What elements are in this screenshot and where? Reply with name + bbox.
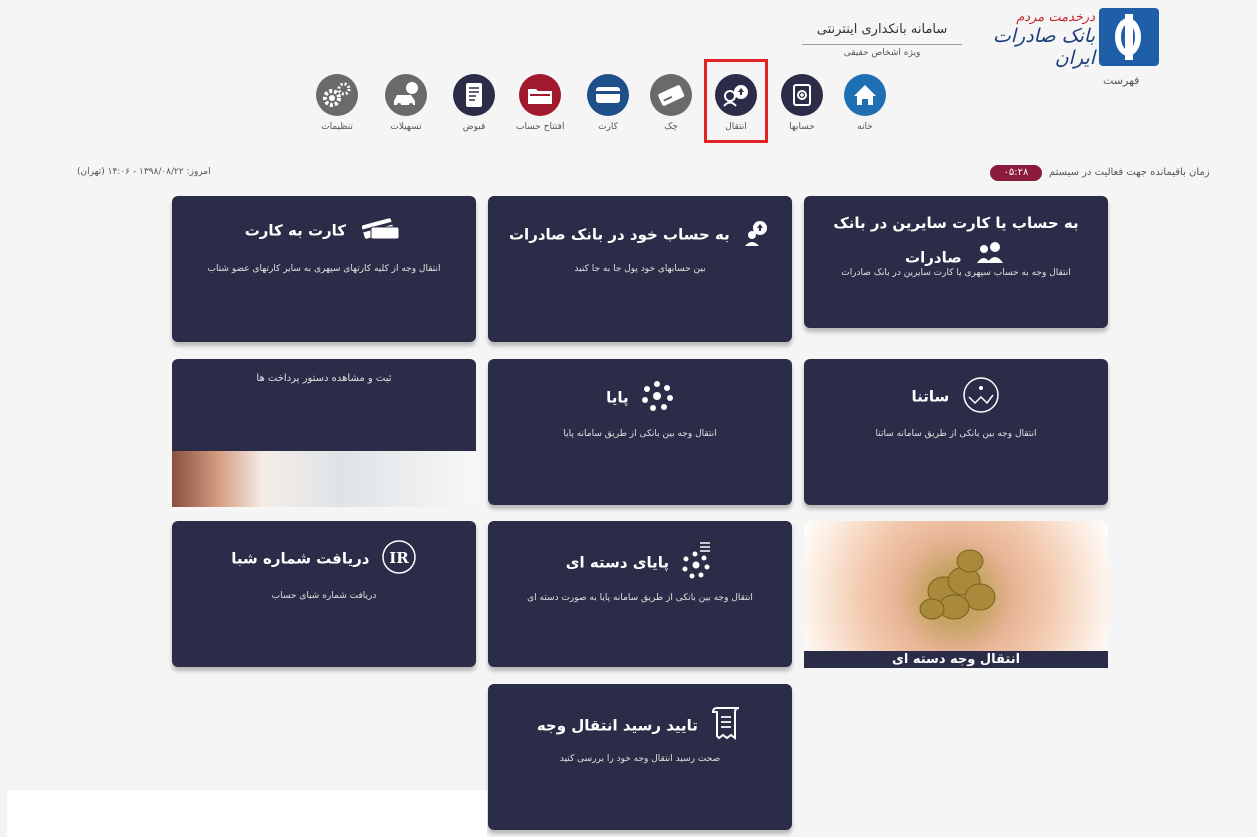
brand-name: بانک صادرات ایران [992, 25, 1095, 69]
tile-sheba[interactable]: دریافت شماره شبا IR دریافت شماره شبای حس… [172, 521, 476, 667]
tile-title-row: به حساب یا کارت سایرین در بانک صادرات [814, 206, 1098, 276]
nav-home[interactable]: خانه [841, 74, 889, 132]
tile-title: دریافت شماره شبا [231, 549, 370, 568]
tile-desc: صحت رسید انتقال وجه خود را بررسی کنید [559, 754, 721, 764]
tile-desc: دریافت شماره شبای حساب [271, 591, 377, 601]
tile-paya[interactable]: پایا انتقال وجه بین بانکی از طریق سامانه… [488, 359, 792, 505]
nav-card[interactable]: کارت [584, 74, 632, 132]
batch-transfer-caption[interactable]: انتقال وجه دسته ای [804, 651, 1108, 668]
folder-icon [519, 74, 561, 116]
nav-label: خانه [857, 122, 873, 132]
nav-label: تسهیلات [390, 122, 422, 132]
page: درخدمت مردم بانک صادرات ایران سامانه بان… [7, 0, 1250, 837]
tile-title-row: پایا [488, 379, 792, 417]
nav-check[interactable]: چک [647, 74, 695, 132]
tile-title: پایا [606, 388, 629, 407]
logo-bar [1125, 14, 1133, 60]
satna-icon [961, 375, 1001, 419]
coins-icon [919, 549, 996, 620]
nav-bills[interactable]: قبوض [450, 74, 498, 132]
tile-others-account[interactable]: به حساب یا کارت سایرین در بانک صادرات ان… [804, 196, 1108, 328]
cards-icon [357, 218, 403, 244]
tile-desc: انتقال وجه به حساب سپهری یا کارت سایرین … [841, 268, 1071, 278]
nav-label: افتتاح حساب [516, 122, 565, 132]
paya-batch-icon [680, 541, 714, 585]
nav-label: چک [664, 122, 678, 132]
home-icon [844, 74, 886, 116]
tile-title: تایید رسید انتقال وجه [536, 716, 698, 735]
nav-selection-highlight [704, 59, 768, 143]
card-icon [587, 74, 629, 116]
brand-tagline: درخدمت مردم [1016, 10, 1095, 25]
tile-title: پایای دسته ای [565, 553, 670, 572]
tile-title-row: پایای دسته ای [488, 541, 792, 585]
batch-transfer-photo[interactable] [804, 521, 1108, 651]
menu-button[interactable]: فهرست [1103, 74, 1139, 87]
nav-label: حسابها [789, 122, 815, 132]
nav-label: کارت [598, 122, 618, 132]
tile-desc: انتقال وجه بین بانکی از طریق سامانه پایا… [527, 593, 753, 603]
bottom-fade [7, 790, 487, 837]
tile-title-row: دریافت شماره شبا IR [172, 539, 476, 579]
tile-title: کارت به کارت [244, 221, 347, 240]
nav-loans[interactable]: تسهیلات [382, 74, 430, 132]
user-transfer-icon [741, 218, 771, 252]
tile-own-account[interactable]: به حساب خود در بانک صادرات بین حسابهای خ… [488, 196, 792, 342]
tile-desc: بین حسابهای خود پول جا به جا کنید [574, 264, 706, 274]
payment-order-photo [172, 451, 476, 507]
paya-icon [640, 379, 674, 417]
session-timer: ۰۵:۲۸ [990, 165, 1042, 181]
tile-title-row: ساتنا [804, 375, 1108, 419]
nav-open-account[interactable]: افتتاح حساب [516, 74, 564, 132]
today-date: امروز: ۱۳۹۸/۰۸/۲۲ - ۱۴:۰۶ (تهران) [77, 167, 211, 177]
nav-accounts[interactable]: حسابها [778, 74, 826, 132]
loan-icon [385, 74, 427, 116]
tile-title: ثبت و مشاهده دستور پرداخت ها [256, 373, 392, 384]
nav-label: تنظیمات [321, 122, 353, 132]
ir-sheba-icon: IR [381, 539, 417, 579]
tile-title: ساتنا [911, 387, 950, 406]
accounts-icon [781, 74, 823, 116]
nav-settings[interactable]: تنظیمات [313, 74, 361, 132]
gear-icon [316, 74, 358, 116]
tile-title-row: تایید رسید انتقال وجه [488, 706, 792, 746]
tile-title: به حساب خود در بانک صادرات [508, 225, 730, 244]
svg-text:IR: IR [389, 549, 409, 567]
nav-label: قبوض [462, 122, 486, 132]
tile-title: به حساب یا کارت سایرین در بانک صادرات [833, 214, 1079, 267]
brand-block: درخدمت مردم بانک صادرات ایران [967, 10, 1095, 69]
tile-receipt[interactable]: تایید رسید انتقال وجه صحت رسید انتقال وج… [488, 684, 792, 830]
system-subtitle: ویژه اشخاص حقیقی [843, 48, 921, 58]
tile-payment-order[interactable]: ثبت و مشاهده دستور پرداخت ها [172, 359, 476, 451]
title-divider [802, 44, 962, 45]
tile-title-row: به حساب خود در بانک صادرات [488, 218, 792, 252]
check-icon [650, 74, 692, 116]
tile-desc: انتقال وجه از کلیه کارتهای سپهری به سایر… [207, 264, 441, 274]
session-timer-label: زمان باقیمانده جهت فعالیت در سیستم [1049, 167, 1210, 178]
tile-paya-batch[interactable]: پایای دسته ای انتقال وجه بین بانکی از طر… [488, 521, 792, 667]
tile-desc: انتقال وجه بین بانکی از طریق سامانه پایا [563, 429, 717, 439]
receipt-icon [709, 706, 743, 746]
bill-icon [453, 74, 495, 116]
system-title: سامانه بانکداری اینترنتی [816, 22, 948, 37]
tile-title-row: کارت به کارت [172, 218, 476, 244]
bank-logo[interactable] [1099, 8, 1159, 66]
tile-card-to-card[interactable]: کارت به کارت انتقال وجه از کلیه کارتهای … [172, 196, 476, 342]
tile-desc: انتقال وجه بین بانکی از طریق سامانه ساتن… [875, 429, 1037, 439]
tile-satna[interactable]: ساتنا انتقال وجه بین بانکی از طریق سامان… [804, 359, 1108, 505]
